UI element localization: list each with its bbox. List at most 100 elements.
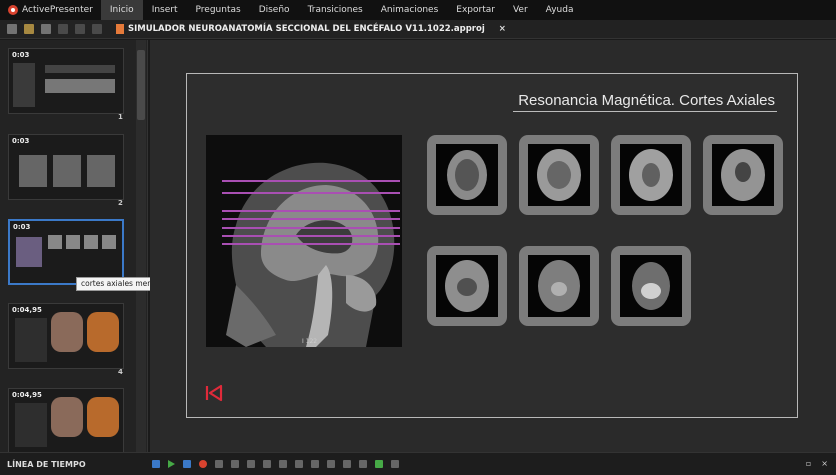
slide: Resonancia Magnética. Cortes Axiales I 1… bbox=[186, 73, 798, 418]
axial-slice-button-4[interactable] bbox=[703, 135, 783, 215]
slide-tooltip: cortes axiales menu bbox=[76, 277, 162, 291]
align-icon[interactable] bbox=[263, 460, 271, 468]
slide-thumbnail-5[interactable]: 0:04,95 bbox=[8, 388, 124, 454]
axial-cut-line bbox=[222, 218, 400, 220]
slide-duration: 0:03 bbox=[13, 223, 31, 231]
slide-number-4: 4 bbox=[118, 368, 123, 376]
slides-panel: 0:03 1 0:03 2 0:03 3 0:04,95 4 0:04,95 bbox=[0, 40, 148, 454]
axial-slice-button-3[interactable] bbox=[611, 135, 691, 215]
axial-brain-icon bbox=[632, 262, 670, 310]
menu-transiciones[interactable]: Transiciones bbox=[299, 0, 372, 20]
timeline-record-icon[interactable] bbox=[152, 460, 160, 468]
axial-slice-button-7[interactable] bbox=[611, 246, 691, 326]
timeline-window-controls: ▫ × bbox=[806, 459, 828, 468]
menu-insert[interactable]: Insert bbox=[143, 0, 187, 20]
timeline-bar: LÍNEA DE TIEMPO ▫ × bbox=[0, 452, 836, 475]
dropdown-icon[interactable] bbox=[92, 24, 102, 34]
thumb-image-block bbox=[84, 235, 98, 249]
slide-duration: 0:04,95 bbox=[12, 391, 42, 399]
close-tab-button[interactable]: × bbox=[499, 24, 506, 34]
distribute-icon[interactable] bbox=[279, 460, 287, 468]
project-file-icon bbox=[116, 24, 124, 34]
record-icon[interactable] bbox=[199, 460, 207, 468]
axial-cut-line bbox=[222, 227, 400, 229]
thumb-image-block bbox=[16, 237, 42, 267]
stop-icon[interactable] bbox=[183, 460, 191, 468]
axial-cut-line bbox=[222, 235, 400, 237]
timeline-label: LÍNEA DE TIEMPO bbox=[7, 459, 86, 469]
thumb-text-block bbox=[15, 318, 47, 362]
axial-cut-line bbox=[222, 243, 400, 245]
axial-scan-image bbox=[436, 144, 498, 206]
zoom-fit-icon[interactable] bbox=[247, 460, 255, 468]
axial-cut-line bbox=[222, 210, 400, 212]
scrollbar-thumb[interactable] bbox=[137, 50, 145, 120]
axial-brain-icon bbox=[445, 260, 489, 312]
restore-icon[interactable]: ▫ bbox=[806, 459, 811, 468]
play-icon[interactable] bbox=[168, 460, 175, 468]
menu-animaciones[interactable]: Animaciones bbox=[372, 0, 448, 20]
menu-preguntas[interactable]: Preguntas bbox=[187, 0, 250, 20]
axial-scan-image bbox=[712, 144, 774, 206]
back-arrow-icon[interactable] bbox=[205, 384, 223, 402]
slide-number-2: 2 bbox=[118, 199, 123, 207]
sagittal-mri-image[interactable]: I 122 bbox=[206, 135, 402, 347]
axial-cut-line bbox=[222, 192, 400, 194]
new-file-icon[interactable] bbox=[7, 24, 17, 34]
slide-thumbnail-4[interactable]: 0:04,95 bbox=[8, 303, 124, 369]
split-icon[interactable] bbox=[311, 460, 319, 468]
scale-label: I 122 bbox=[302, 338, 317, 345]
axial-scan-image bbox=[620, 255, 682, 317]
redo-icon[interactable] bbox=[75, 24, 85, 34]
thumb-image-block bbox=[19, 155, 47, 187]
menu-ayuda[interactable]: Ayuda bbox=[537, 0, 583, 20]
axial-brain-icon bbox=[721, 149, 765, 201]
chart-icon[interactable] bbox=[359, 460, 367, 468]
document-title: SIMULADOR NEUROANATOMÍA SECCIONAL DEL EN… bbox=[128, 24, 485, 34]
menu-exportar[interactable]: Exportar bbox=[447, 0, 504, 20]
zoom-in-icon[interactable] bbox=[215, 460, 223, 468]
save-icon[interactable] bbox=[41, 24, 51, 34]
app-logo[interactable]: ActivePresenter bbox=[0, 5, 101, 15]
zoom-out-icon[interactable] bbox=[231, 460, 239, 468]
axial-scan-image bbox=[620, 144, 682, 206]
settings-icon[interactable] bbox=[391, 460, 399, 468]
menu-inicio[interactable]: Inicio bbox=[100, 0, 143, 20]
axial-slice-button-6[interactable] bbox=[519, 246, 599, 326]
axial-brain-icon bbox=[447, 150, 487, 200]
thumb-image-block bbox=[87, 397, 119, 437]
caption-icon[interactable] bbox=[375, 460, 383, 468]
menu-ver[interactable]: Ver bbox=[504, 0, 537, 20]
close-timeline-icon[interactable]: × bbox=[821, 459, 828, 468]
document-tab[interactable]: SIMULADOR NEUROANATOMÍA SECCIONAL DEL EN… bbox=[116, 24, 506, 34]
thumb-image-block bbox=[53, 155, 81, 187]
axial-brain-icon bbox=[537, 149, 581, 201]
activepresenter-icon bbox=[8, 5, 18, 15]
slide-thumbnail-3[interactable]: 0:03 bbox=[8, 219, 124, 285]
axial-slice-button-2[interactable] bbox=[519, 135, 599, 215]
menu-diseno[interactable]: Diseño bbox=[250, 0, 299, 20]
open-folder-icon[interactable] bbox=[24, 24, 34, 34]
thumb-image-block bbox=[87, 155, 115, 187]
audio-icon[interactable] bbox=[327, 460, 335, 468]
thumb-image-block bbox=[66, 235, 80, 249]
app-name: ActivePresenter bbox=[22, 5, 93, 15]
axial-scan-image bbox=[528, 144, 590, 206]
title-underline bbox=[513, 111, 777, 112]
slide-thumbnail-1[interactable]: 0:03 bbox=[8, 48, 124, 114]
arrange-icon[interactable] bbox=[295, 460, 303, 468]
axial-slice-button-1[interactable] bbox=[427, 135, 507, 215]
thumb-side-block bbox=[13, 63, 35, 107]
undo-icon[interactable] bbox=[58, 24, 68, 34]
slide-canvas: Resonancia Magnética. Cortes Axiales I 1… bbox=[150, 40, 836, 452]
effects-icon[interactable] bbox=[343, 460, 351, 468]
thumb-image-block bbox=[48, 235, 62, 249]
slide-duration: 0:03 bbox=[12, 51, 30, 59]
axial-cut-line bbox=[222, 180, 400, 182]
thumb-text-block bbox=[15, 403, 47, 447]
slide-thumbnail-2[interactable]: 0:03 bbox=[8, 134, 124, 200]
axial-brain-icon bbox=[538, 260, 580, 312]
slides-scrollbar[interactable] bbox=[136, 40, 146, 452]
axial-slice-button-5[interactable] bbox=[427, 246, 507, 326]
thumb-text-block bbox=[45, 65, 115, 73]
